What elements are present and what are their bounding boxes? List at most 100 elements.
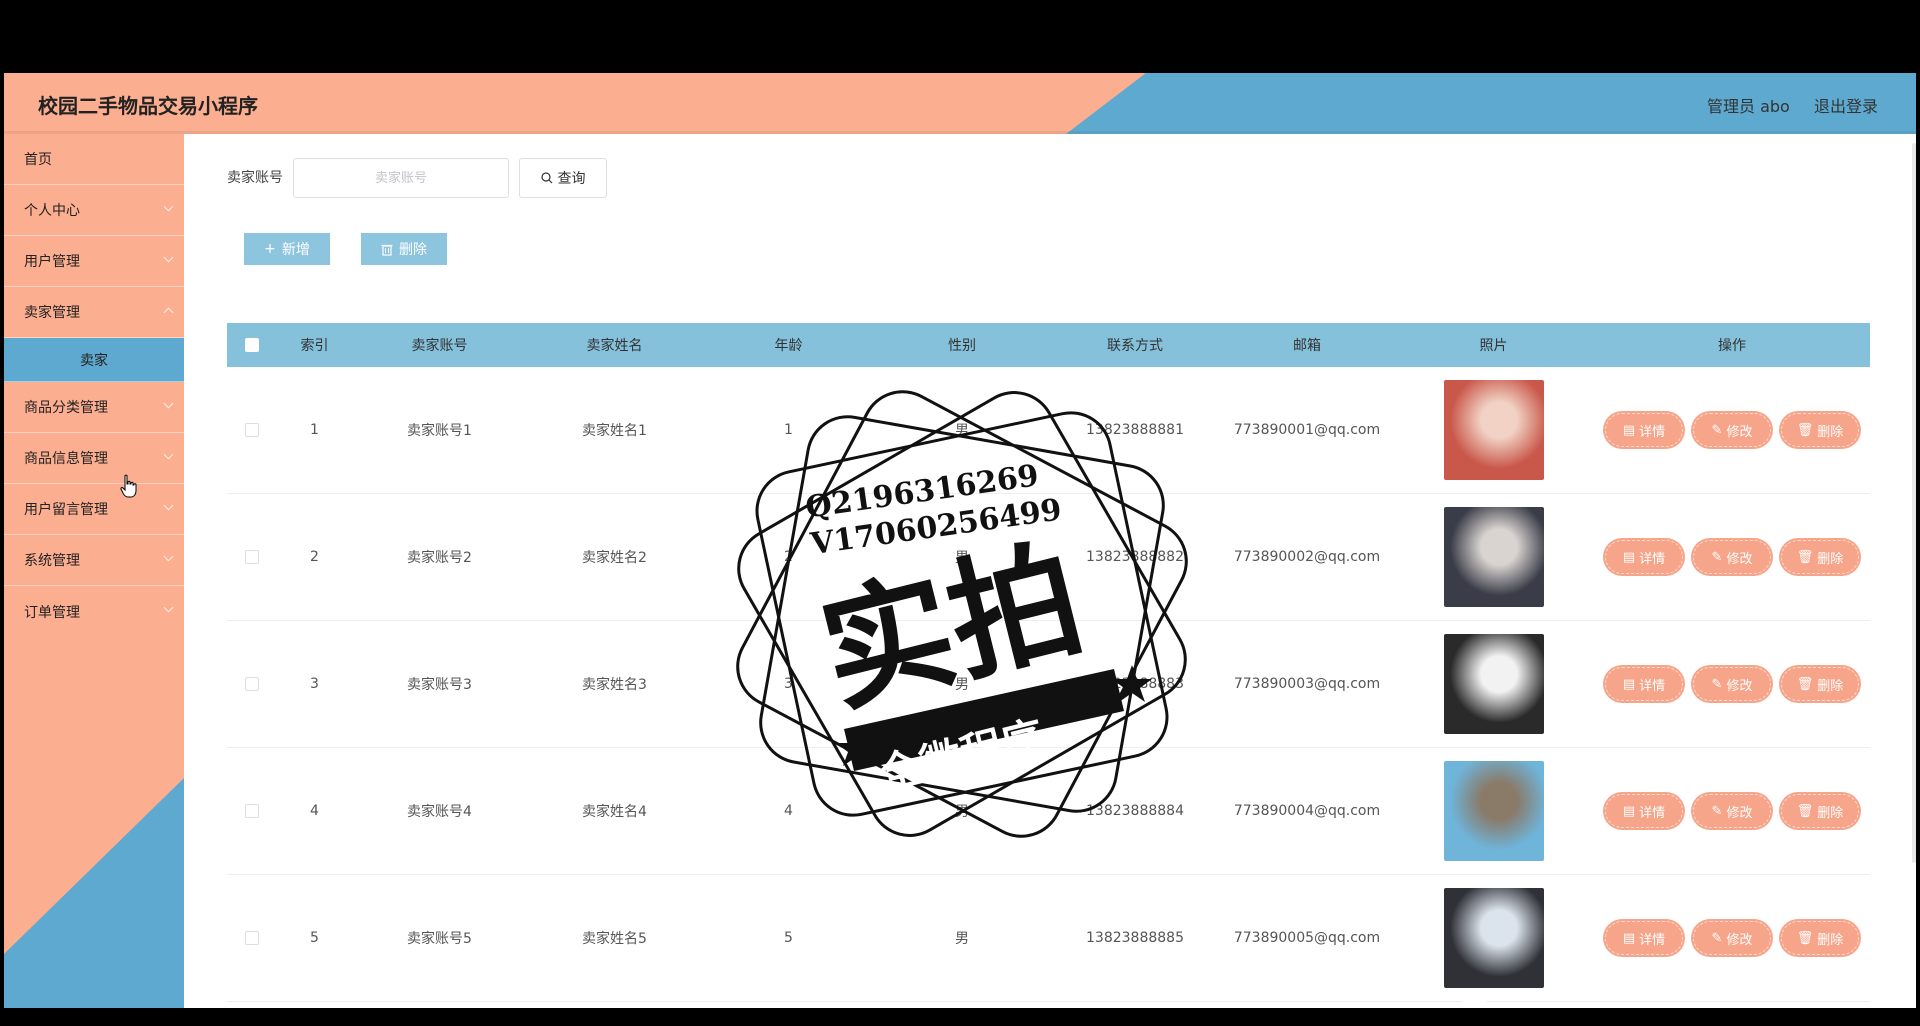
document-icon: ▤ (1622, 676, 1636, 692)
sidebar-item-message-management[interactable]: 用户留言管理 (4, 484, 184, 535)
seller-age: 3 (784, 676, 793, 692)
sidebar-item-system-management[interactable]: 系统管理 (4, 535, 184, 586)
chevron-down-icon (163, 551, 174, 562)
seller-email: 773890003@qq.com (1233, 676, 1381, 692)
column-header: 邮箱 (1293, 338, 1321, 354)
row-index: 4 (310, 803, 319, 819)
sidebar-item-product-management[interactable]: 商品信息管理 (4, 433, 184, 484)
seller-age: 2 (784, 549, 793, 565)
seller-account: 卖家账号3 (407, 677, 472, 693)
sidebar-item-seller-management[interactable]: 卖家管理 (4, 287, 184, 338)
column-header: 卖家姓名 (586, 338, 643, 354)
column-header: 照片 (1479, 338, 1508, 354)
sidebar-item-user-management[interactable]: 用户管理 (4, 236, 184, 287)
delete-button[interactable]: 🗑︎ 删除 (1781, 413, 1859, 447)
delete-button-label: 删除 (1817, 805, 1844, 821)
document-icon: ▤ (1622, 422, 1636, 438)
trash-icon: 🗑︎ (1796, 676, 1814, 692)
row-index: 2 (310, 549, 319, 565)
seller-email: 773890005@qq.com (1233, 930, 1381, 946)
sidebar-item-order-management[interactable]: 订单管理 (4, 586, 184, 637)
seller-email: 773890004@qq.com (1233, 803, 1381, 819)
delete-button[interactable]: 🗑︎ 删除 (1781, 540, 1859, 574)
document-icon: ▤ (1622, 930, 1636, 946)
row-index: 1 (310, 422, 319, 438)
seller-email: 773890002@qq.com (1233, 549, 1381, 565)
chevron-down-icon (163, 252, 174, 263)
sidebar-item-home[interactable]: 首页 (4, 134, 184, 185)
edit-button[interactable]: ✎ 修改 (1693, 794, 1771, 828)
seller-phone: 13823888884 (1086, 803, 1184, 819)
trash-icon: 🗑︎ (1796, 803, 1814, 819)
sidebar: 首页 个人中心 用户管理 卖家管理 卖家 商品分类管理 商品信息管理 用户留言管… (4, 134, 184, 1008)
document-icon: ▤ (1622, 549, 1636, 565)
pencil-icon: ✎ (1711, 422, 1723, 438)
trash-icon: 🗑︎ (1796, 549, 1814, 565)
detail-button[interactable]: ▤ 详情 (1605, 921, 1683, 955)
edit-button[interactable]: ✎ 修改 (1693, 667, 1771, 701)
select-all-checkbox[interactable] (245, 338, 259, 352)
seller-account: 卖家账号5 (407, 931, 472, 947)
sidebar-menu: 首页 个人中心 用户管理 卖家管理 卖家 商品分类管理 商品信息管理 用户留言管… (4, 134, 184, 637)
row-checkbox[interactable] (245, 423, 259, 437)
detail-button-label: 详情 (1639, 678, 1666, 694)
seller-age: 1 (784, 422, 793, 438)
detail-button[interactable]: ▤ 详情 (1605, 794, 1683, 828)
scrollbar[interactable] (1912, 143, 1916, 863)
row-checkbox[interactable] (245, 931, 259, 945)
detail-button[interactable]: ▤ 详情 (1605, 667, 1683, 701)
detail-button[interactable]: ▤ 详情 (1605, 413, 1683, 447)
pencil-icon: ✎ (1711, 676, 1723, 692)
chevron-down-icon (163, 449, 174, 460)
sidebar-item-label: 系统管理 (24, 553, 80, 569)
pencil-icon: ✎ (1711, 549, 1723, 565)
query-button[interactable]: 查询 (519, 158, 607, 198)
edit-button-label: 修改 (1726, 932, 1753, 948)
seller-gender: 男 (955, 804, 969, 820)
sidebar-subitem-seller[interactable]: 卖家 (4, 338, 184, 382)
table-body: 1 卖家账号1 卖家姓名1 1 男 13823888881 773890001@qq.com… (227, 367, 1870, 1002)
row-index: 3 (310, 676, 319, 692)
detail-button[interactable]: ▤ 详情 (1605, 540, 1683, 574)
logout-link[interactable]: 退出登录 (1814, 93, 1878, 117)
seller-name: 卖家姓名3 (582, 677, 647, 693)
row-index: 5 (310, 930, 319, 946)
row-checkbox[interactable] (245, 804, 259, 818)
seller-photo (1443, 634, 1544, 734)
add-button-label: 新增 (281, 242, 310, 258)
detail-button-label: 详情 (1639, 805, 1666, 821)
seller-account-search-input[interactable] (293, 158, 509, 198)
add-button[interactable]: + 新增 (244, 233, 330, 265)
delete-button-label: 删除 (1817, 424, 1844, 440)
table-row: 3 卖家账号3 卖家姓名3 3 男 13823888883 773890003@qq.com… (227, 621, 1870, 748)
batch-delete-button[interactable]: 删除 (361, 233, 447, 265)
delete-button-label: 删除 (1817, 551, 1844, 567)
delete-button[interactable]: 🗑︎ 删除 (1781, 921, 1859, 955)
delete-button[interactable]: 🗑︎ 删除 (1781, 794, 1859, 828)
sidebar-item-label: 商品信息管理 (24, 451, 108, 467)
trash-icon (381, 244, 393, 256)
top-header: 校园二手物品交易小程序 管理员 abo 退出登录 (4, 73, 1916, 134)
delete-button-label: 删除 (399, 242, 427, 258)
delete-button-label: 删除 (1817, 932, 1844, 948)
delete-button[interactable]: 🗑︎ 删除 (1781, 667, 1859, 701)
search-label: 卖家账号 (227, 170, 283, 186)
column-header: 联系方式 (1107, 338, 1163, 354)
chevron-down-icon (163, 500, 174, 511)
sidebar-item-category-management[interactable]: 商品分类管理 (4, 382, 184, 433)
sidebar-item-label: 卖家 (80, 352, 108, 369)
seller-age: 4 (784, 803, 793, 819)
row-checkbox[interactable] (245, 550, 259, 564)
edit-button[interactable]: ✎ 修改 (1693, 540, 1771, 574)
sidebar-item-personal-center[interactable]: 个人中心 (4, 185, 184, 236)
seller-age: 5 (784, 930, 793, 946)
seller-photo (1443, 507, 1544, 607)
edit-button[interactable]: ✎ 修改 (1693, 921, 1771, 955)
admin-user-label: 管理员 abo (1707, 97, 1790, 116)
edit-button-label: 修改 (1726, 424, 1753, 440)
chevron-down-icon (163, 201, 174, 212)
seller-gender: 男 (955, 550, 969, 566)
edit-button[interactable]: ✎ 修改 (1693, 413, 1771, 447)
document-icon: ▤ (1622, 803, 1636, 819)
row-checkbox[interactable] (245, 677, 259, 691)
